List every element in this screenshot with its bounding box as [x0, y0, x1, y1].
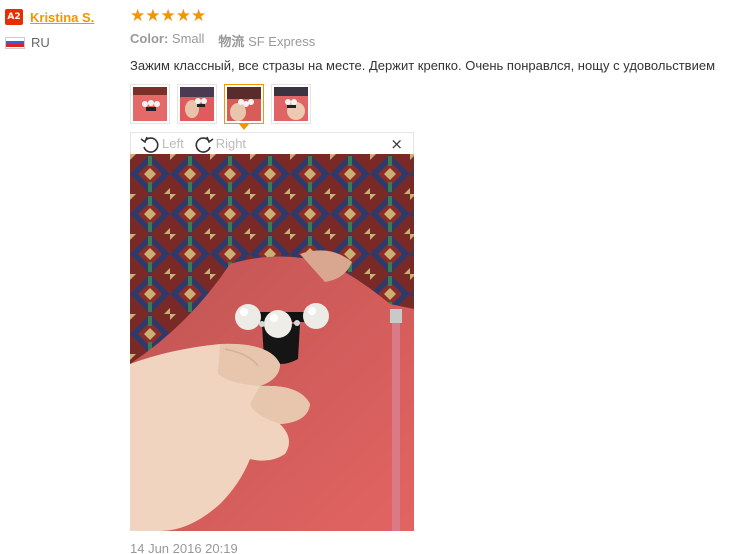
review-body: ★ ★ ★ ★ ★ Color: Small 物流 SF Express Заж… [130, 6, 745, 130]
thumbnail-image [274, 87, 308, 121]
rotate-right-label: Right [215, 136, 247, 151]
review-text: Зажим классный, все стразы на месте. Дер… [130, 58, 715, 73]
reviewer-info: A2 Kristina S. RU [5, 8, 120, 50]
rotate-right-icon [195, 136, 214, 153]
order-info: Color: Small 物流 SF Express [130, 31, 745, 50]
country-code: RU [31, 35, 50, 50]
photo-thumbnail-2[interactable] [177, 84, 217, 124]
color-value: Small [171, 31, 205, 46]
review-photo [130, 154, 414, 531]
rotate-left-icon [140, 136, 159, 153]
photo-thumbnails [130, 84, 745, 130]
rotate-left-button[interactable]: Left [140, 135, 184, 153]
photo-thumbnail-4[interactable] [271, 84, 311, 124]
star-icon: ★ [160, 6, 176, 26]
rotate-right-button[interactable]: Right [194, 135, 246, 153]
photo-thumbnail-1[interactable] [130, 84, 170, 124]
thumbnail-image [180, 87, 214, 121]
star-rating: ★ ★ ★ ★ ★ [130, 6, 745, 26]
reviewer-name-link[interactable]: Kristina S. [30, 10, 94, 25]
thumbnail-image [227, 87, 261, 121]
shipping-label: 物流 [218, 34, 245, 49]
close-viewer-button[interactable]: × [390, 135, 403, 153]
shipping-value: SF Express [248, 34, 316, 49]
russia-flag-icon [5, 36, 25, 49]
star-icon: ★ [130, 6, 146, 26]
star-icon: ★ [175, 6, 191, 26]
thumbnail-image [133, 87, 167, 121]
color-label: Color: [130, 31, 169, 46]
buyer-level-badge: A2 [5, 9, 23, 25]
viewer-toolbar: Left Right × [130, 132, 414, 154]
color-info: Color: Small [130, 31, 204, 50]
rotate-left-label: Left [162, 136, 184, 151]
reviewer-country: RU [5, 35, 120, 50]
shipping-info: 物流 SF Express [218, 31, 315, 50]
photo-thumbnail-3[interactable] [224, 84, 264, 130]
reviewer-row: A2 Kristina S. [5, 8, 120, 26]
review-date: 14 Jun 2016 20:19 [130, 541, 238, 554]
active-thumbnail-caret [239, 124, 249, 130]
star-icon: ★ [191, 6, 207, 26]
star-icon: ★ [145, 6, 161, 26]
photo-viewer: Left Right × [130, 132, 414, 531]
